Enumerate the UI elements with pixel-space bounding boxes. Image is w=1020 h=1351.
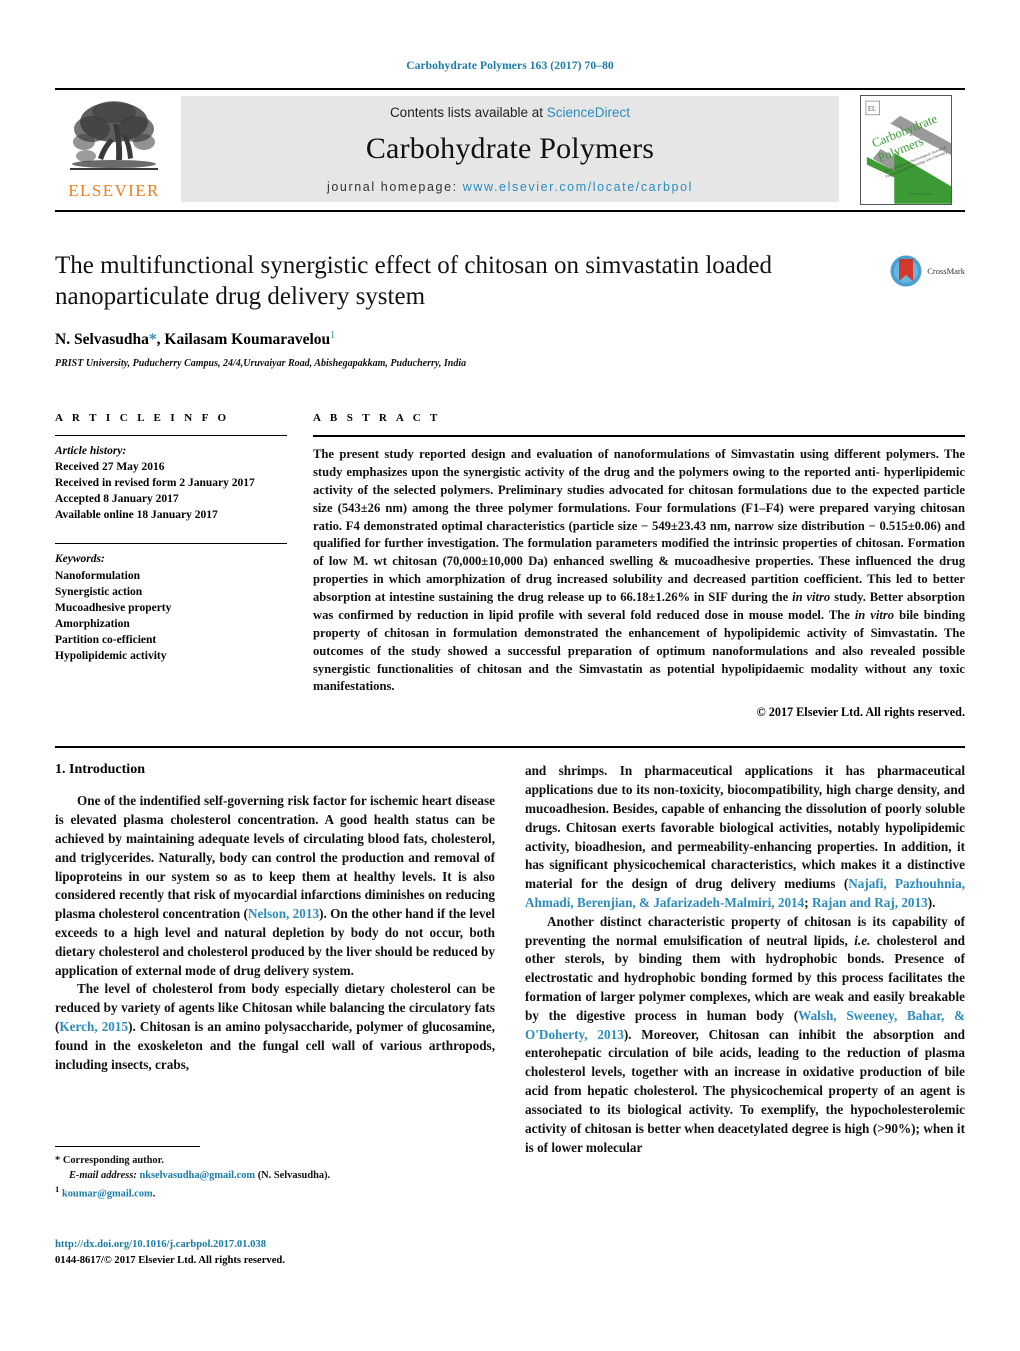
- journal-masthead: ELSEVIER Contents lists available at Sci…: [55, 88, 965, 212]
- history-item: Received 27 May 2016: [55, 461, 165, 474]
- email-owner: (N. Selvasudha).: [257, 1170, 331, 1182]
- email-address-label: E-mail address:: [69, 1170, 137, 1182]
- footnote-corresponding: * Corresponding author.: [55, 1153, 495, 1168]
- abstract-heading: A B S T R A C T: [313, 412, 441, 424]
- keyword-item: Synergistic action: [55, 585, 143, 598]
- keywords-label: Keywords:: [55, 553, 105, 566]
- journal-title: Carbohydrate Polymers: [365, 131, 655, 165]
- doi-link[interactable]: http://dx.doi.org/10.1016/j.carbpol.2017…: [55, 1237, 495, 1253]
- citation-link-kerch[interactable]: Kerch, 2015: [59, 1019, 128, 1034]
- article-history-block: Article history: Received 27 May 2016 Re…: [55, 436, 287, 523]
- crossmark-icon[interactable]: [889, 254, 923, 288]
- para1-text-a: One of the indentified self-governing ri…: [55, 793, 495, 922]
- author-1: N. Selvasudha: [55, 331, 149, 349]
- footnote-1-marker: 1: [55, 1184, 60, 1195]
- footnote-star-marker: *: [55, 1155, 61, 1166]
- svg-text:ScienceDirect: ScienceDirect: [908, 191, 933, 196]
- contents-prefix: Contents lists available at: [389, 104, 547, 120]
- body-column-left: 1. Introduction One of the indentified s…: [55, 762, 495, 1157]
- footnote-1: 1 koumar@gmail.com.: [55, 1183, 495, 1202]
- intro-paragraph-1: One of the indentified self-governing ri…: [55, 792, 495, 980]
- running-head: Carbohydrate Polymers 163 (2017) 70–80: [406, 60, 614, 72]
- para3-text-b: ).: [927, 894, 936, 910]
- para4-italic: i.e.: [854, 932, 871, 948]
- cover-image: EL Carbohydrate Polymers The Scientific …: [860, 95, 952, 205]
- homepage-url-link[interactable]: www.elsevier.com/locate/carbpol: [463, 180, 693, 194]
- keyword-item: Nanoformulation: [55, 569, 140, 582]
- contents-lists-line: Contents lists available at ScienceDirec…: [390, 105, 630, 120]
- intro-paragraph-3: and shrimps. In pharmaceutical applicati…: [525, 762, 965, 913]
- footnote-email: E-mail address: nkselvasudha@gmail.com (…: [55, 1168, 495, 1183]
- article-history-label: Article history:: [55, 445, 127, 457]
- keyword-item: Partition co-efficient: [55, 633, 157, 646]
- keyword-item: Hypolipidemic activity: [55, 650, 167, 663]
- history-item: Accepted 8 January 2017: [55, 493, 179, 506]
- intro-paragraph-2: The level of cholesterol from body espec…: [55, 980, 495, 1074]
- keyword-item: Amorphization: [55, 617, 130, 630]
- abstract-italic-2: in vitro: [854, 607, 895, 622]
- crossmark-label: CrossMark: [927, 266, 965, 276]
- crossmark-badge[interactable]: CrossMark: [889, 254, 965, 288]
- elsevier-tree-icon: [70, 101, 158, 170]
- journal-homepage-line: journal homepage: www.elsevier.com/locat…: [327, 180, 693, 194]
- footnotes-block: * Corresponding author. E-mail address: …: [55, 1146, 495, 1202]
- svg-text:EL: EL: [868, 106, 876, 113]
- author-2-footnote-marker[interactable]: 1: [330, 330, 335, 341]
- article-info-column: A R T I C L E I N F O Article history: R…: [55, 412, 313, 720]
- email-address-link[interactable]: nkselvasudha@gmail.com: [139, 1170, 255, 1181]
- abstract-column: A B S T R A C T The present study report…: [313, 412, 965, 720]
- sciencedirect-link[interactable]: ScienceDirect: [547, 105, 630, 120]
- intro-paragraph-4: Another distinct characteristic property…: [525, 913, 965, 1158]
- citation-link-rajan[interactable]: Rajan and Raj, 2013: [812, 895, 928, 910]
- journal-cover-thumbnail: EL Carbohydrate Polymers The Scientific …: [847, 90, 965, 210]
- paper-title: The multifunctional synergistic effect o…: [55, 252, 772, 310]
- keyword-item: Mucoadhesive property: [55, 601, 172, 614]
- corresponding-author-marker[interactable]: *: [149, 331, 157, 348]
- cover-artwork-icon: EL Carbohydrate Polymers The Scientific …: [861, 96, 951, 204]
- history-item: Received in revised form 2 January 2017: [55, 477, 255, 490]
- info-abstract-region: A R T I C L E I N F O Article history: R…: [55, 412, 965, 720]
- footnote-1-email-link[interactable]: koumar@gmail.com: [62, 1189, 153, 1200]
- footnote-1-tail: .: [152, 1188, 156, 1200]
- masthead-center: Contents lists available at ScienceDirec…: [181, 96, 839, 202]
- issn-copyright-line: 0144-8617/© 2017 Elsevier Ltd. All right…: [55, 1254, 285, 1266]
- abstract-part-1: The present study reported design and ev…: [313, 447, 965, 604]
- section-heading-introduction: 1. Introduction: [55, 762, 145, 778]
- body-columns: 1. Introduction One of the indentified s…: [55, 762, 965, 1157]
- abstract-text: The present study reported design and ev…: [313, 437, 965, 696]
- author-list: N. Selvasudha*, Kailasam Koumaravelou1: [55, 330, 965, 349]
- abstract-italic-1: in vitro: [792, 590, 831, 604]
- affiliation: PRIST University, Puducherry Campus, 24/…: [55, 358, 467, 370]
- history-item: Available online 18 January 2017: [55, 509, 218, 522]
- author-2: , Kailasam Koumaravelou: [156, 331, 331, 349]
- body-column-right: and shrimps. In pharmaceutical applicati…: [525, 762, 965, 1157]
- footnote-rule: [55, 1146, 200, 1147]
- footnote-corresponding-text: Corresponding author.: [62, 1155, 164, 1166]
- article-info-heading: A R T I C L E I N F O: [55, 412, 230, 424]
- abstract-copyright: © 2017 Elsevier Ltd. All rights reserved…: [756, 705, 965, 720]
- para4-text-c: ). Moreover, Chitosan can inhibit the ab…: [525, 1026, 965, 1155]
- elsevier-wordmark: ELSEVIER: [68, 181, 160, 200]
- keywords-block: Keywords: Nanoformulation Synergistic ac…: [55, 544, 287, 664]
- para3-text-a: and shrimps. In pharmaceutical applicati…: [525, 763, 965, 892]
- citation-link-nelson[interactable]: Nelson, 2013: [248, 906, 319, 921]
- journal-article-page: Carbohydrate Polymers 163 (2017) 70–80 E…: [0, 0, 1020, 1351]
- doi-block: http://dx.doi.org/10.1016/j.carbpol.2017…: [55, 1237, 495, 1269]
- publisher-logo: ELSEVIER: [55, 90, 173, 210]
- body-separator-rule: [55, 746, 965, 749]
- title-block: The multifunctional synergistic effect o…: [55, 250, 965, 370]
- para3-mid: ;: [804, 894, 812, 910]
- homepage-prefix: journal homepage:: [326, 179, 463, 194]
